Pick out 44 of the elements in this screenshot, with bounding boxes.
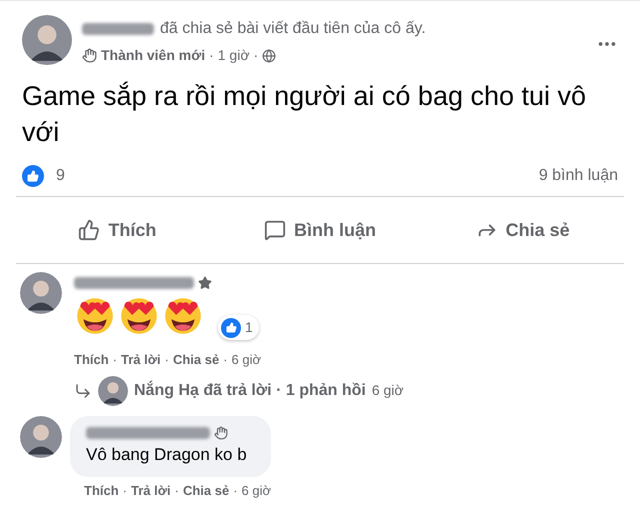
commenter-avatar <box>20 272 62 314</box>
replier-avatar <box>98 376 128 406</box>
separator-dot: · <box>122 482 128 500</box>
reaction-count: 1 <box>245 318 253 337</box>
member-label: Thành viên mới <box>101 46 206 65</box>
waving-hand-icon <box>82 48 97 63</box>
blurred-name <box>82 23 154 35</box>
reply-summary-link[interactable]: Nắng Hạ đã trả lời · 1 phản hồi <box>134 378 366 402</box>
reaction-count-pill[interactable]: 1 <box>218 315 259 340</box>
comment-action-link[interactable]: Trả lời <box>131 481 171 500</box>
like-reaction-icon <box>22 165 44 187</box>
comment-count[interactable]: 9 bình luận <box>538 164 618 188</box>
post-action-button[interactable]: Chia sẻ <box>421 201 624 259</box>
like-reaction-icon <box>221 318 241 338</box>
separator-dot: · <box>164 351 169 369</box>
post-action-button[interactable]: Bình luận <box>218 201 422 259</box>
comment-action-link[interactable]: Thích <box>74 350 109 370</box>
commenter-avatar <box>20 416 62 458</box>
post-action-button[interactable]: Thích <box>16 201 219 259</box>
separator-dot: · <box>112 351 118 369</box>
comment-action-link[interactable]: Trả lời <box>121 350 161 370</box>
comment-action-link[interactable]: Chia sẻ <box>182 481 230 500</box>
comment-time: 6 giờ <box>242 482 272 500</box>
comment-action-link[interactable]: Chia sẻ <box>172 350 220 370</box>
reply-time: 6 giờ <box>372 381 404 400</box>
separator-dot: · <box>233 482 238 500</box>
reaction-count[interactable]: 9 <box>56 164 65 188</box>
separator-dot: · <box>254 46 258 65</box>
reply-arrow-icon <box>74 382 92 400</box>
separator-dot: · <box>174 482 179 500</box>
post-time[interactable]: 1 giờ <box>218 45 250 66</box>
thumbs-up-icon <box>78 219 100 241</box>
comment-action-link[interactable]: Thích <box>84 481 119 500</box>
speech-bubble-icon <box>264 219 286 241</box>
post-header-text: đã chia sẻ bài viết đầu tiên của cô ấy. <box>160 19 426 39</box>
waving-hand-icon <box>214 426 228 440</box>
post-text: Game sắp ra rồi mọi người ai có bag cho tui vô với <box>21 80 588 149</box>
separator-dot: · <box>209 46 214 65</box>
star-icon <box>198 276 212 290</box>
comment-text: Vô bang Dragon ko b <box>86 444 248 466</box>
comment-time: 6 giờ <box>232 351 262 369</box>
author-avatar <box>22 15 72 65</box>
separator-dot: · <box>223 351 228 369</box>
globe-icon <box>262 48 276 62</box>
